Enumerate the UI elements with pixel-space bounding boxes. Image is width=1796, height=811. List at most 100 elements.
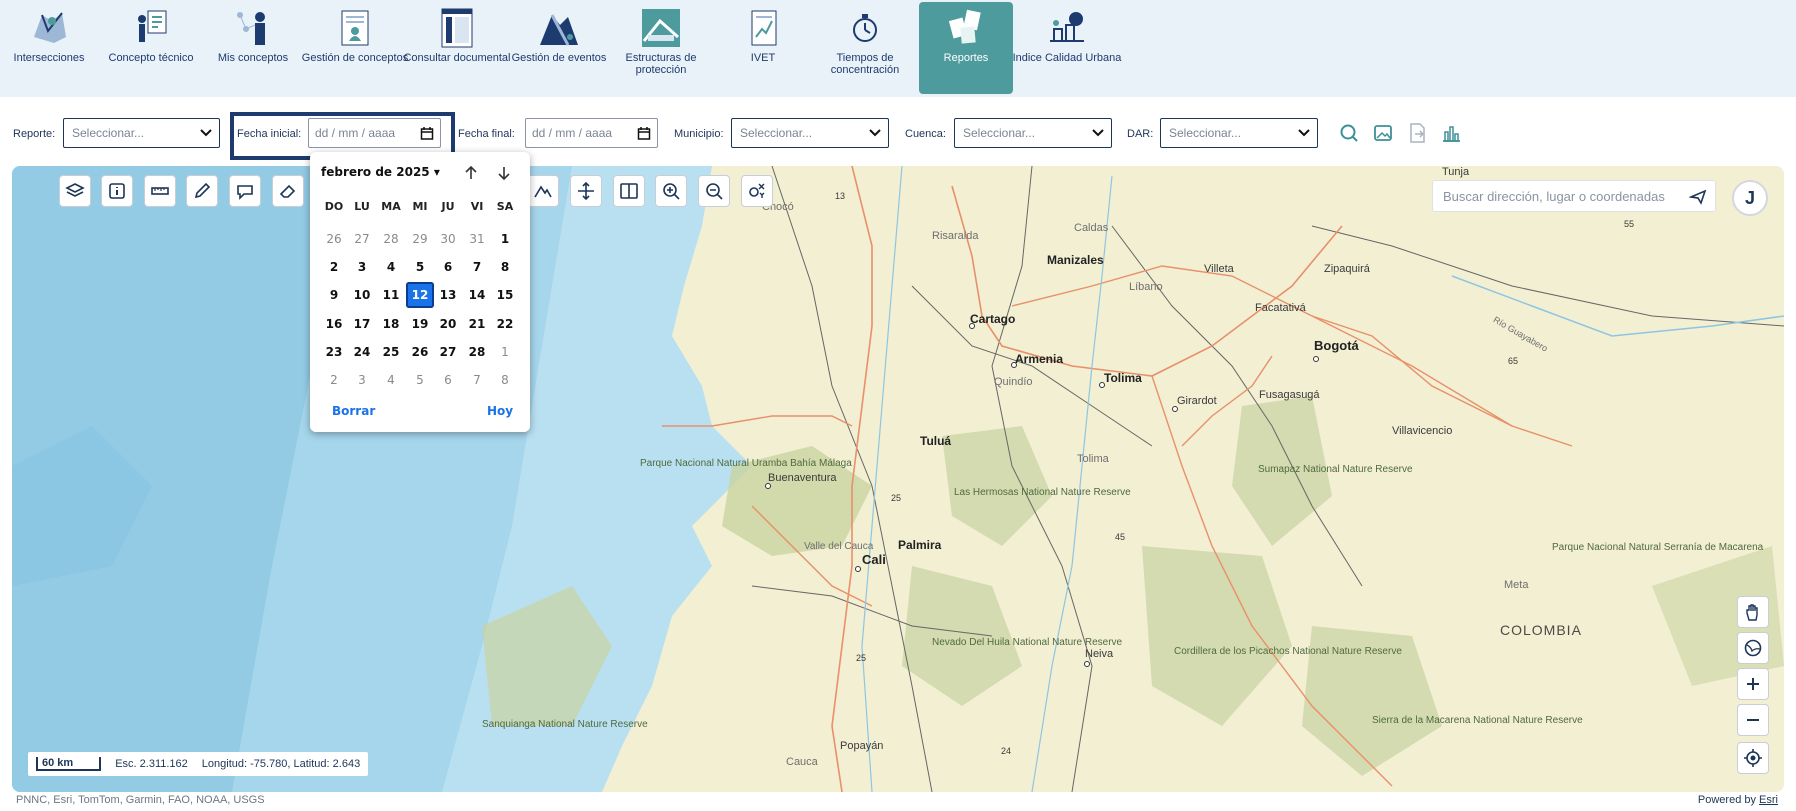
user-avatar[interactable]: J <box>1732 180 1768 216</box>
calendar-day[interactable]: 20 <box>434 311 462 337</box>
search-icon[interactable] <box>1338 122 1360 144</box>
measure-button[interactable] <box>144 175 176 207</box>
calendar-day[interactable]: 13 <box>434 282 462 308</box>
calendar-day[interactable]: 1 <box>491 339 519 365</box>
reporte-select[interactable]: Seleccionar... <box>63 118 220 148</box>
esri-link[interactable]: Esri <box>1759 794 1778 806</box>
month-year-selector[interactable]: febrero de 2025 ▾ <box>321 165 440 179</box>
fecha-final-input[interactable]: dd / mm / aaaa <box>525 118 658 148</box>
arrow-down-icon[interactable] <box>495 164 513 182</box>
map-search-input[interactable]: Buscar dirección, lugar o coordenadas <box>1432 180 1716 212</box>
calendar-day[interactable]: 2 <box>320 367 348 393</box>
calendar-day[interactable]: 27 <box>434 339 462 365</box>
calendar-day[interactable]: 27 <box>348 226 376 252</box>
module-indice-calidad-urbana[interactable]: Indice Calidad Urbana <box>1013 2 1121 94</box>
calendar-day[interactable]: 19 <box>406 311 434 337</box>
swipe-button[interactable] <box>613 175 645 207</box>
calendar-day[interactable]: 6 <box>434 367 462 393</box>
module-reportes[interactable]: Reportes <box>919 2 1013 94</box>
calendar-day[interactable]: 14 <box>463 282 491 308</box>
calendar-day[interactable]: 11 <box>377 282 405 308</box>
send-icon[interactable] <box>1689 188 1707 206</box>
profile-tool-button[interactable] <box>527 175 559 207</box>
calendar-day[interactable]: 5 <box>406 367 434 393</box>
draw-button[interactable] <box>186 175 218 207</box>
bar-chart-icon[interactable] <box>1440 122 1462 144</box>
zoom-out-icon <box>706 183 723 200</box>
calendar-day[interactable]: 4 <box>377 254 405 280</box>
calendar-day[interactable]: 22 <box>491 311 519 337</box>
arrow-up-icon[interactable] <box>462 164 480 182</box>
calendar-day[interactable]: 3 <box>348 254 376 280</box>
calendar-day[interactable]: 8 <box>491 367 519 393</box>
module-mis-conceptos[interactable]: Mis conceptos <box>206 2 300 94</box>
module-label: Concepto técnico <box>108 52 194 64</box>
calendar-day[interactable]: 16 <box>320 311 348 337</box>
info-button[interactable] <box>101 175 133 207</box>
layers-button[interactable] <box>59 175 91 207</box>
pan-button[interactable] <box>570 175 602 207</box>
document-chart-icon <box>741 6 785 50</box>
clear-date-button[interactable]: Borrar <box>332 404 375 418</box>
erase-button[interactable] <box>272 175 304 207</box>
calendar-day[interactable]: 28 <box>377 226 405 252</box>
calendar-day[interactable]: 6 <box>434 254 462 280</box>
calendar-day[interactable]: 26 <box>406 339 434 365</box>
module-tiempos-concentracion[interactable]: Tiempos de concentración <box>818 2 912 94</box>
structure-icon <box>639 6 683 50</box>
place-label: Cali <box>862 552 886 567</box>
calendar-day[interactable]: 26 <box>320 226 348 252</box>
pan-hand-button[interactable] <box>1737 596 1769 628</box>
calendar-day[interactable]: 4 <box>377 367 405 393</box>
dar-select[interactable]: Seleccionar... <box>1160 118 1318 148</box>
calendar-day[interactable]: 17 <box>348 311 376 337</box>
zoom-out-area-button[interactable] <box>698 175 730 207</box>
calendar-day[interactable]: 3 <box>348 367 376 393</box>
module-consultar-documental[interactable]: Consultar documental <box>403 2 511 94</box>
module-concepto-tecnico[interactable]: Concepto técnico <box>104 2 198 94</box>
municipio-select[interactable]: Seleccionar... <box>731 118 889 148</box>
calendar-day[interactable]: 21 <box>463 311 491 337</box>
zoom-in-area-button[interactable] <box>655 175 687 207</box>
calendar-day[interactable]: 18 <box>377 311 405 337</box>
calendar-day[interactable]: 10 <box>348 282 376 308</box>
map-view[interactable]: Tunja Chocó Risaralda Caldas Manizales L… <box>12 166 1784 792</box>
calendar-day-selected[interactable]: 12 <box>406 282 434 308</box>
calendar-day[interactable]: 30 <box>434 226 462 252</box>
calendar-day[interactable]: 1 <box>491 226 519 252</box>
globe-button[interactable] <box>1737 632 1769 664</box>
module-ivet[interactable]: IVET <box>716 2 810 94</box>
weekday-header: SA <box>496 200 514 213</box>
calendar-day[interactable]: 28 <box>463 339 491 365</box>
document-export-icon[interactable] <box>1406 122 1428 144</box>
calendar-day[interactable]: 24 <box>348 339 376 365</box>
module-label: Consultar documental <box>403 52 511 64</box>
calendar-day[interactable]: 31 <box>463 226 491 252</box>
calendar-day[interactable]: 9 <box>320 282 348 308</box>
zoom-in-button[interactable] <box>1737 668 1769 700</box>
place-label: Líbano <box>1129 281 1163 293</box>
module-gestion-eventos[interactable]: Gestión de eventos <box>512 2 606 94</box>
calendar-icon[interactable] <box>637 126 651 140</box>
calendar-day[interactable]: 5 <box>406 254 434 280</box>
annotate-button[interactable] <box>229 175 261 207</box>
calendar-day[interactable]: 29 <box>406 226 434 252</box>
calendar-day[interactable]: 8 <box>491 254 519 280</box>
image-export-icon[interactable] <box>1372 122 1394 144</box>
calendar-day[interactable]: 2 <box>320 254 348 280</box>
today-button[interactable]: Hoy <box>487 404 513 418</box>
module-gestion-conceptos[interactable]: Gestión de conceptos <box>302 2 408 94</box>
coordinates-tool-button[interactable] <box>741 175 773 207</box>
calendar-day[interactable]: 25 <box>377 339 405 365</box>
folder-docs-icon <box>435 6 479 50</box>
cuenca-select[interactable]: Seleccionar... <box>954 118 1112 148</box>
calendar-day[interactable]: 7 <box>463 254 491 280</box>
zoom-out-button[interactable] <box>1737 704 1769 736</box>
locate-button[interactable] <box>1737 742 1769 774</box>
calendar-day[interactable]: 7 <box>463 367 491 393</box>
calendar-day[interactable]: 23 <box>320 339 348 365</box>
plus-icon <box>1747 678 1759 690</box>
calendar-day[interactable]: 15 <box>491 282 519 308</box>
module-intersecciones[interactable]: Intersecciones <box>2 2 96 94</box>
module-estructuras-proteccion[interactable]: Estructuras de protección <box>614 2 708 94</box>
